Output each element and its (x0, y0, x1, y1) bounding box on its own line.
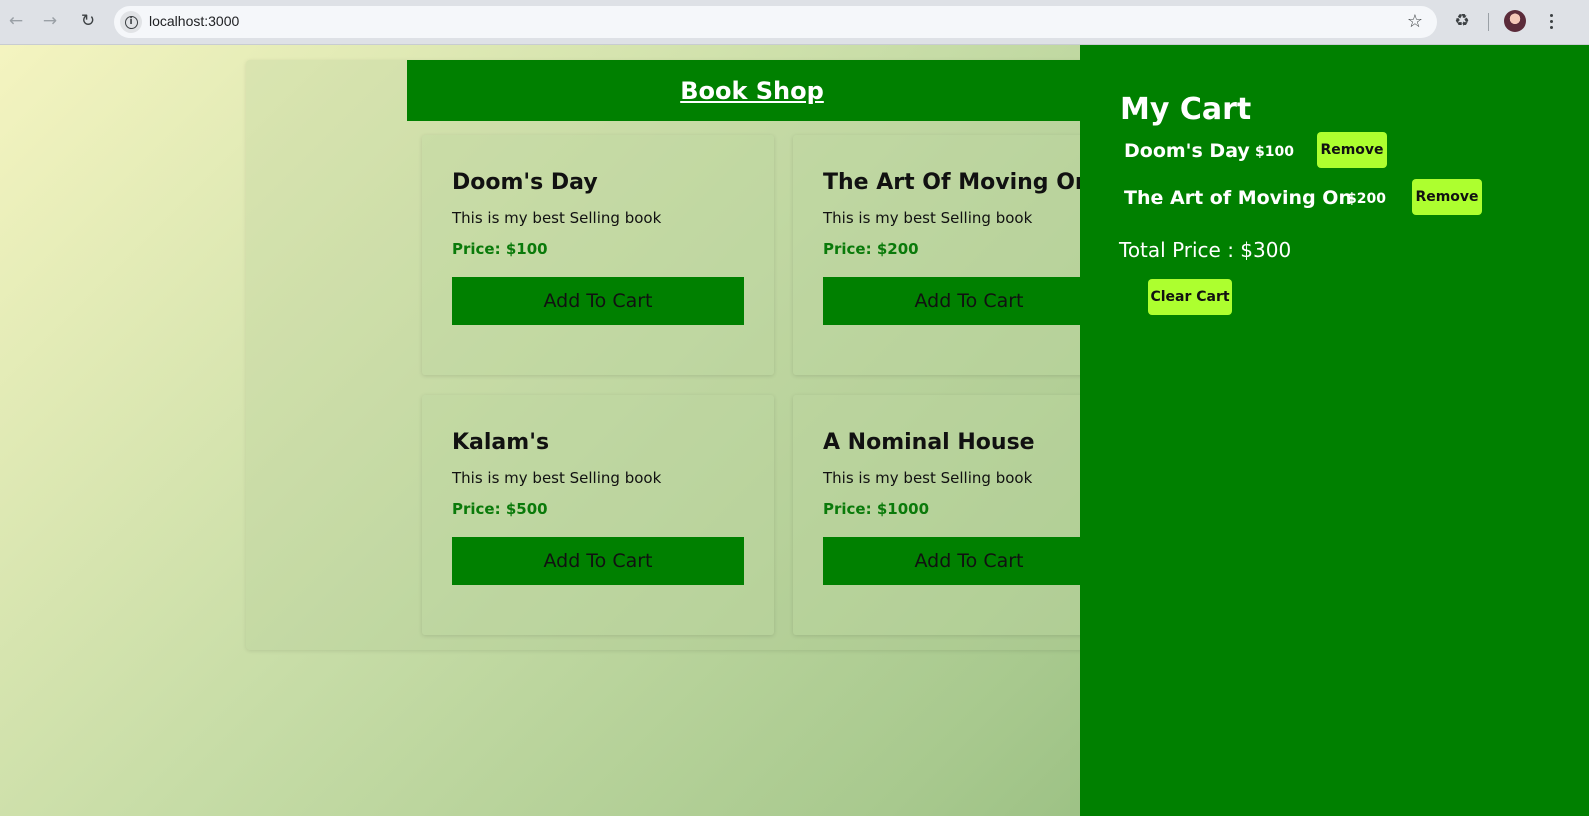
add-to-cart-button[interactable]: Add To Cart (452, 277, 744, 325)
reload-icon[interactable]: ↻ (77, 10, 99, 32)
profile-avatar[interactable] (1504, 10, 1526, 32)
info-icon[interactable]: i (120, 11, 142, 33)
book-price: Price: $1000 (823, 500, 930, 518)
book-description: This is my best Selling book (823, 209, 1033, 227)
add-to-cart-button[interactable]: Add To Cart (823, 537, 1115, 585)
book-description: This is my best Selling book (452, 469, 662, 487)
add-to-cart-button[interactable]: Add To Cart (452, 537, 744, 585)
book-card: Doom's Day This is my best Selling book … (422, 135, 774, 375)
book-title: A Nominal House (823, 430, 1035, 455)
cart-item: Doom's Day $100 Remove (1124, 132, 1424, 170)
forward-icon[interactable]: → (39, 10, 61, 32)
toolbar-divider (1488, 13, 1489, 31)
page-title[interactable]: Book Shop (680, 77, 824, 105)
cart-item-name: The Art of Moving On (1124, 187, 1352, 209)
remove-button[interactable]: Remove (1317, 132, 1387, 168)
url-text[interactable]: localhost:3000 (149, 13, 239, 29)
book-price: Price: $500 (452, 500, 548, 518)
cart-sidebar: My Cart Doom's Day $100 Remove The Art o… (1080, 45, 1589, 816)
cart-title: My Cart (1120, 92, 1252, 127)
star-icon[interactable]: ☆ (1407, 11, 1423, 32)
cart-item-name: Doom's Day (1124, 140, 1250, 162)
page-viewport: Book Shop Doom's Day This is my best Sel… (0, 45, 1589, 816)
book-price: Price: $200 (823, 240, 919, 258)
book-description: This is my best Selling book (452, 209, 662, 227)
cart-item: The Art of Moving On $200 Remove (1124, 179, 1524, 217)
book-description: This is my best Selling book (823, 469, 1033, 487)
back-icon[interactable]: ← (5, 10, 27, 32)
book-title: Kalam's (452, 430, 550, 455)
add-to-cart-button[interactable]: Add To Cart (823, 277, 1115, 325)
book-price: Price: $100 (452, 240, 548, 258)
menu-icon[interactable] (1540, 10, 1562, 32)
book-title: Doom's Day (452, 170, 598, 195)
clear-cart-button[interactable]: Clear Cart (1148, 279, 1232, 315)
book-card: Kalam's This is my best Selling book Pri… (422, 395, 774, 635)
address-bar[interactable]: i localhost:3000 ☆ (114, 6, 1437, 38)
remove-button[interactable]: Remove (1412, 179, 1482, 215)
extensions-icon[interactable]: ♻ (1451, 10, 1473, 32)
book-title: The Art Of Moving On (823, 170, 1091, 195)
browser-toolbar: ← → ↻ i localhost:3000 ☆ ♻ (0, 0, 1589, 45)
total-price: Total Price : $300 (1119, 238, 1292, 262)
cart-item-price: $100 (1255, 144, 1294, 160)
cart-item-price: $200 (1347, 191, 1386, 207)
shop-header: Book Shop (407, 60, 1097, 121)
